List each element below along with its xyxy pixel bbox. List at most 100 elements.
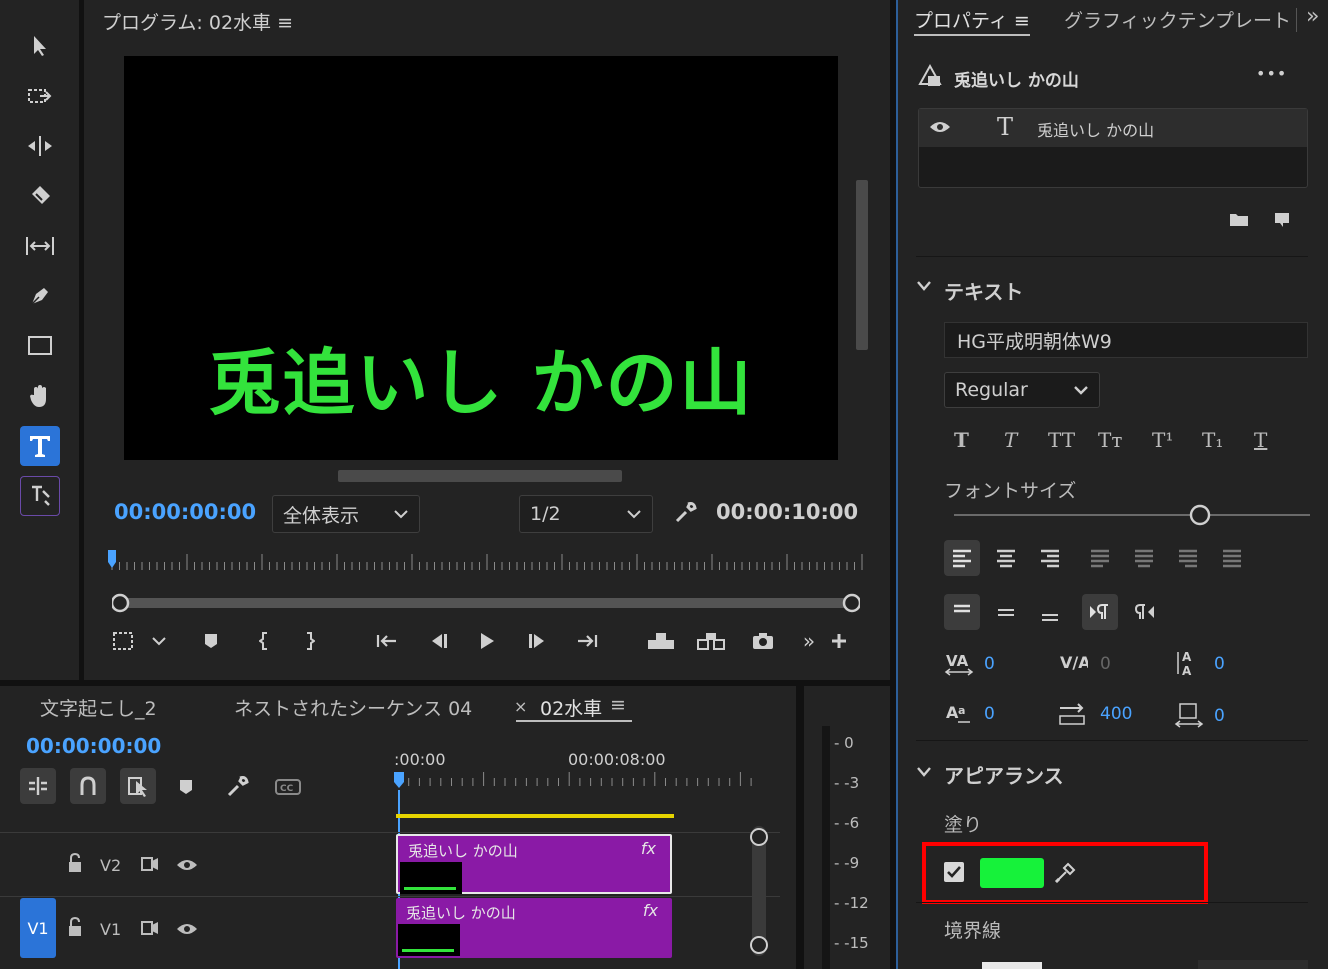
eye-visibility-icon[interactable]	[176, 858, 198, 872]
timeline-playhead[interactable]	[394, 772, 404, 788]
current-timecode[interactable]: 00:00:00:00	[114, 500, 256, 524]
align-center-button[interactable]	[988, 540, 1024, 576]
track-scroll-handle-bottom[interactable]	[750, 936, 768, 954]
snap-magnet-icon[interactable]	[70, 768, 106, 804]
stroke-width-field[interactable]	[1198, 960, 1308, 969]
step-forward-icon[interactable]	[522, 626, 552, 656]
more-options-button[interactable]: •••	[1256, 64, 1287, 83]
rectangle-tool-icon[interactable]	[20, 326, 60, 366]
extract-icon[interactable]	[694, 626, 728, 656]
vertical-scrollbar[interactable]	[856, 180, 868, 350]
type-tool-icon[interactable]	[20, 426, 60, 466]
chevron-down-icon[interactable]	[916, 280, 932, 292]
insert-nest-icon[interactable]	[20, 768, 56, 804]
tab-properties[interactable]: プロパティ ≡	[914, 6, 1030, 33]
subscript-button[interactable]: T₁	[1202, 428, 1223, 452]
timeline-time-ruler[interactable]	[392, 770, 758, 792]
tab-graphic-templates[interactable]: グラフィックテンプレート	[1064, 6, 1291, 33]
clip-v2[interactable]: 兎追いし かの山 fx	[396, 834, 672, 894]
tab-sequence-active[interactable]: 02水車	[540, 694, 602, 721]
zoom-handle-right[interactable]	[842, 593, 860, 613]
lock-icon[interactable]	[66, 852, 84, 874]
faux-bold-button[interactable]: T	[954, 428, 969, 452]
monitor-time-ruler[interactable]	[106, 548, 866, 574]
new-layer-icon[interactable]	[1272, 210, 1292, 228]
align-right-button[interactable]	[1032, 540, 1068, 576]
small-caps-button[interactable]: Tт	[1098, 428, 1122, 452]
eye-visibility-icon[interactable]	[929, 120, 951, 134]
safe-margins-icon[interactable]	[108, 626, 138, 656]
lock-icon[interactable]	[66, 916, 84, 938]
pen-tool-icon[interactable]	[20, 276, 60, 316]
font-style-dropdown[interactable]: Regular	[944, 372, 1100, 408]
ltr-direction-button[interactable]	[1082, 594, 1118, 630]
chevron-down-icon[interactable]	[916, 766, 932, 778]
align-top-button[interactable]	[944, 594, 980, 630]
monitor-title[interactable]: プログラム: 02水車 ≡	[102, 8, 293, 35]
sync-lock-icon[interactable]	[140, 856, 160, 872]
tab-sequence-transcript[interactable]: 文字起こし_2	[40, 694, 157, 721]
tab-sequence-nested[interactable]: ネストされたシーケンス 04	[234, 694, 472, 721]
sync-lock-icon[interactable]	[140, 920, 160, 936]
close-tab-button[interactable]: ×	[514, 697, 527, 716]
horizontal-scrollbar[interactable]	[338, 470, 622, 482]
go-to-in-icon[interactable]	[372, 626, 402, 656]
mark-in-icon[interactable]	[252, 626, 278, 656]
track-select-tool-icon[interactable]	[20, 76, 60, 116]
rtl-direction-button[interactable]	[1126, 594, 1162, 630]
tab-overflow[interactable]: »	[1306, 4, 1319, 29]
step-back-icon[interactable]	[424, 626, 454, 656]
source-patch-v1[interactable]: V1	[20, 898, 56, 958]
zoom-handle-left[interactable]	[112, 593, 130, 613]
button-editor-plus-icon[interactable]	[826, 626, 852, 656]
wrench-icon[interactable]	[226, 774, 250, 798]
font-family-field[interactable]: HG平成明朝体W9	[944, 322, 1308, 358]
overflow-chevrons-icon[interactable]: »	[796, 626, 822, 656]
slip-tool-icon[interactable]	[20, 226, 60, 266]
faux-italic-button[interactable]: T	[1004, 428, 1017, 452]
zoom-dropdown[interactable]: 全体表示	[272, 495, 420, 533]
section-text-title[interactable]: テキスト	[944, 276, 1023, 305]
captions-icon[interactable]: CC	[274, 778, 302, 796]
go-to-out-icon[interactable]	[572, 626, 602, 656]
justify-center-button[interactable]	[1126, 540, 1162, 576]
tab-menu-button[interactable]: ≡	[610, 694, 626, 716]
leading-value[interactable]: 0	[1214, 654, 1225, 674]
align-bottom-button[interactable]	[1032, 594, 1068, 630]
font-size-slider-handle[interactable]	[1189, 504, 1211, 526]
fx-badge[interactable]: fx	[641, 839, 656, 858]
chevron-down-icon[interactable]	[146, 626, 172, 656]
all-caps-button[interactable]: TT	[1048, 428, 1075, 452]
export-frame-camera-icon[interactable]	[748, 626, 778, 656]
play-icon[interactable]	[472, 626, 502, 656]
ripple-edit-tool-icon[interactable]	[20, 126, 60, 166]
tsume-value[interactable]: 400	[1100, 704, 1132, 724]
wrench-icon[interactable]	[674, 500, 698, 524]
justify-all-button[interactable]	[1214, 540, 1250, 576]
font-size-slider[interactable]	[954, 504, 1310, 526]
track-scroll-handle-top[interactable]	[750, 828, 768, 846]
video-preview[interactable]: 兎追いし かの山	[124, 56, 838, 460]
baseline-shift-value[interactable]: 0	[984, 704, 995, 724]
justify-left-button[interactable]	[1082, 540, 1118, 576]
justify-right-button[interactable]	[1170, 540, 1206, 576]
superscript-button[interactable]: T¹	[1152, 428, 1173, 452]
tracking-value[interactable]: 0	[1100, 654, 1111, 674]
zoom-scrollbar[interactable]	[112, 592, 860, 614]
work-area-bar[interactable]	[396, 814, 674, 818]
add-marker-icon[interactable]	[198, 626, 224, 656]
selection-tool-icon[interactable]	[20, 26, 60, 66]
hand-tool-icon[interactable]	[20, 376, 60, 416]
stroke-color-swatch[interactable]	[982, 962, 1042, 969]
add-marker-icon[interactable]	[178, 778, 194, 796]
new-group-folder-icon[interactable]	[1228, 210, 1250, 228]
align-middle-button[interactable]	[988, 594, 1024, 630]
track-label-v1[interactable]: V1	[100, 920, 121, 939]
fx-badge[interactable]: fx	[643, 901, 658, 920]
linked-selection-icon[interactable]	[120, 768, 156, 804]
timeline-timecode[interactable]: 00:00:00:00	[26, 734, 161, 758]
lift-icon[interactable]	[644, 626, 678, 656]
underline-button[interactable]: T	[1254, 428, 1267, 452]
kerning-value[interactable]: 0	[984, 654, 995, 674]
align-left-button[interactable]	[944, 540, 980, 576]
